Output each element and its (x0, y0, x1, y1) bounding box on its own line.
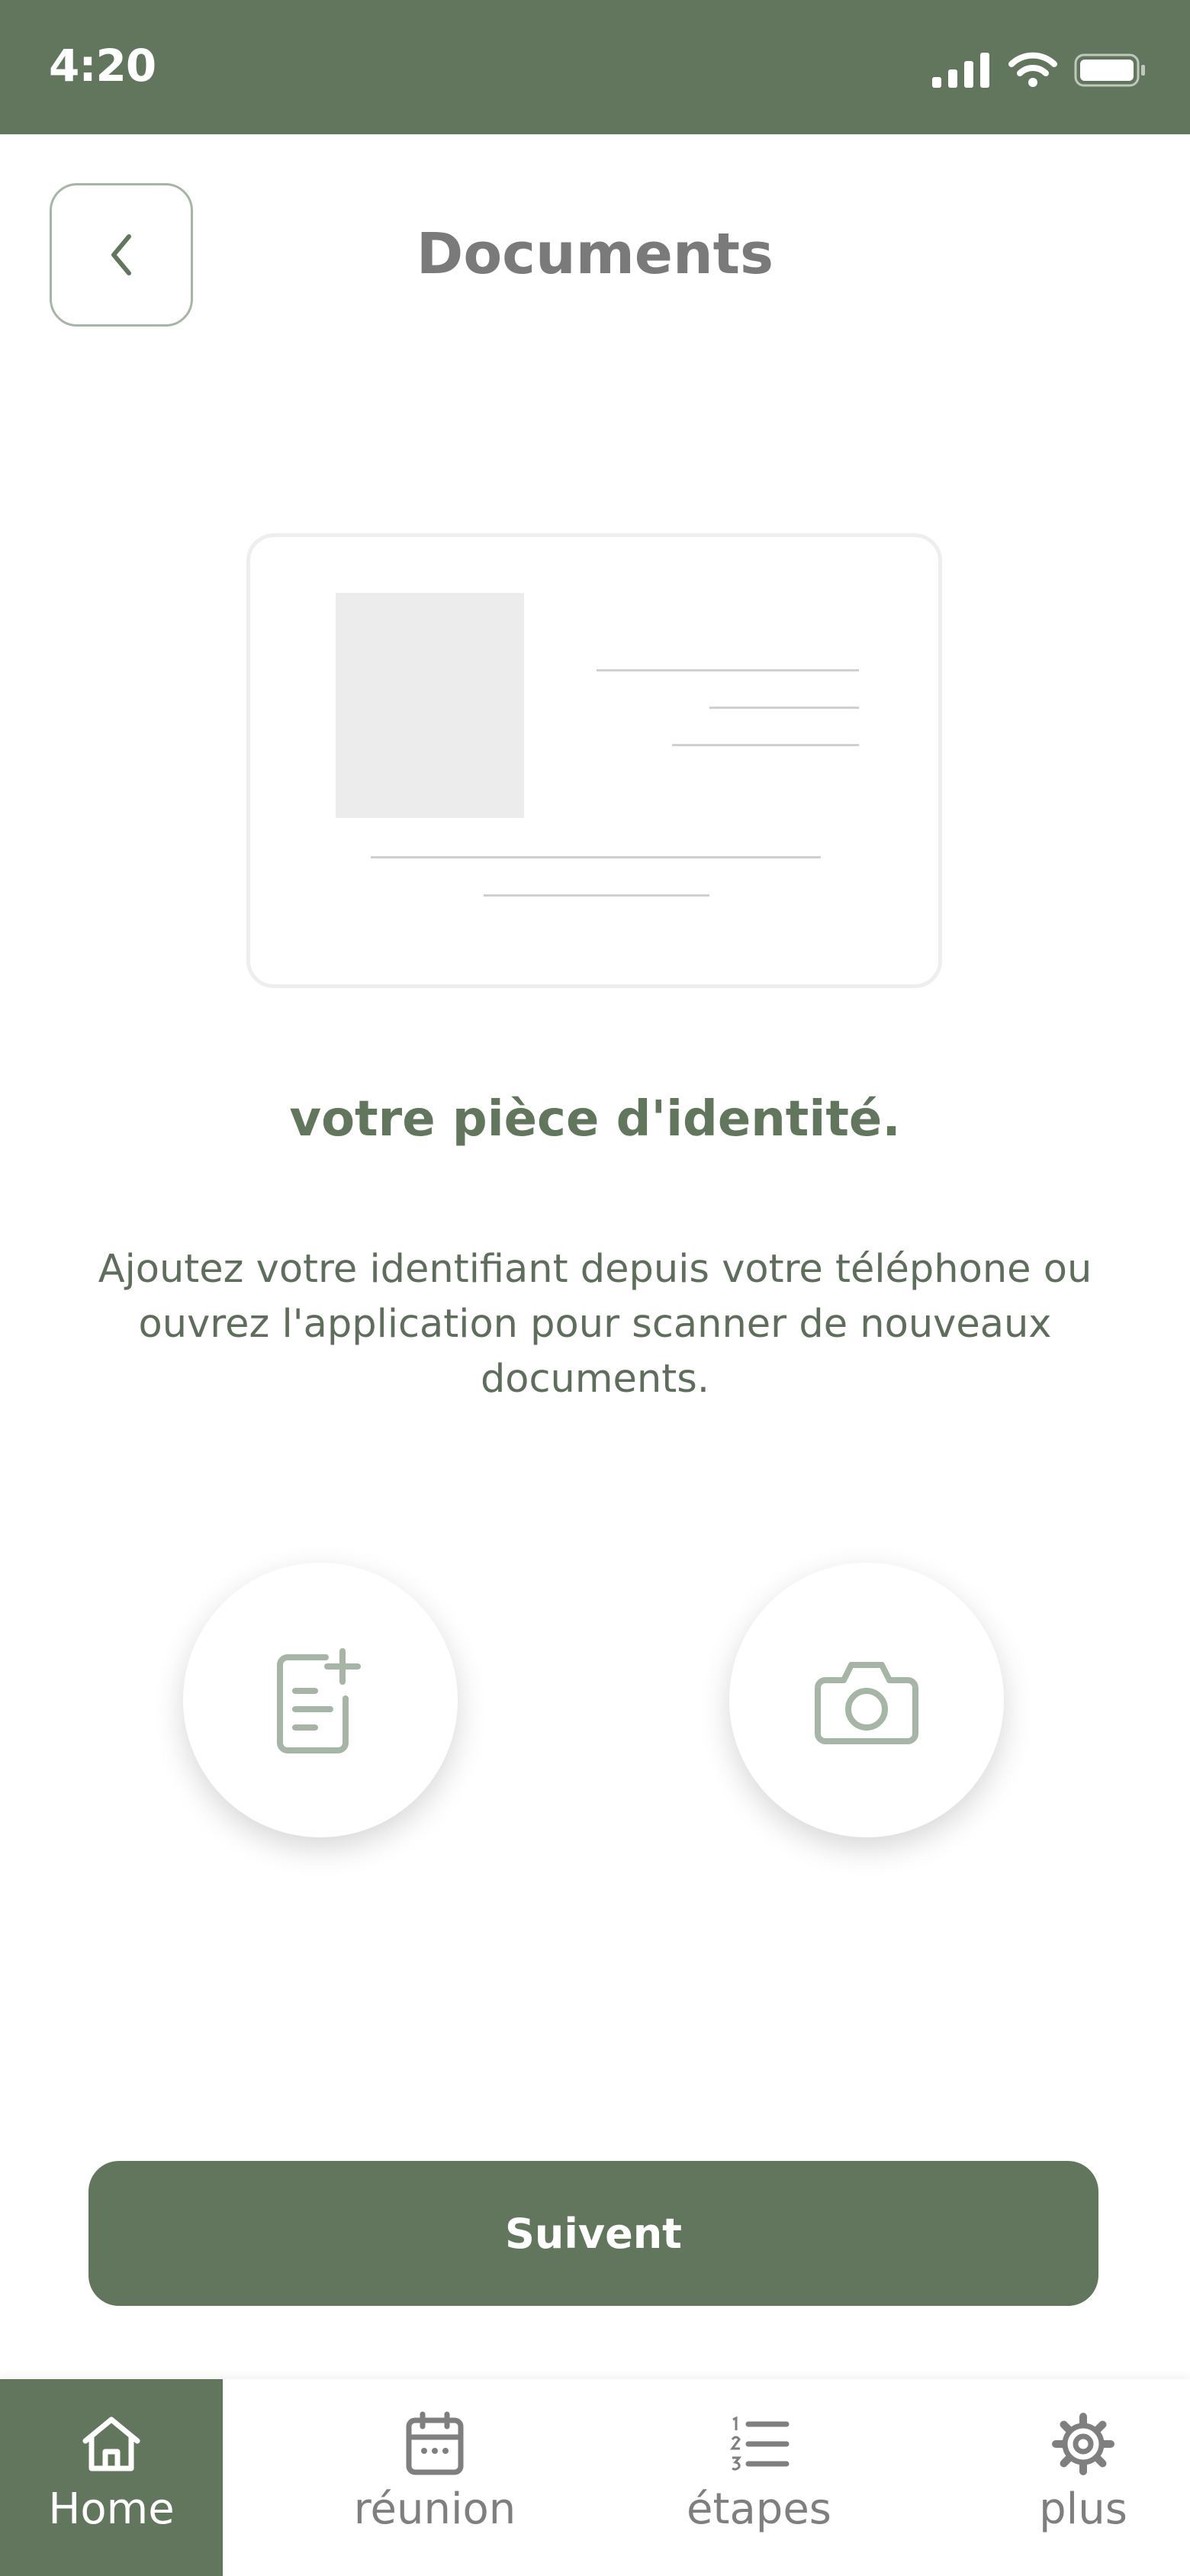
headline: votre pièce d'identité. (289, 1091, 901, 1148)
status-time: 4:20 (49, 40, 156, 92)
status-icons (932, 47, 1147, 93)
tab-label: Home (48, 2484, 175, 2534)
tab-label: réunion (353, 2484, 516, 2534)
page-title: Documents (416, 221, 774, 287)
tab-etapes[interactable]: étapes (664, 2379, 854, 2576)
tab-reunion[interactable]: réunion (336, 2379, 534, 2576)
tab-bar: Home réunion étapes plus (0, 2379, 1190, 2576)
camera-icon (815, 1662, 918, 1744)
tab-label: étapes (687, 2484, 831, 2534)
signal-icon (932, 53, 989, 88)
card-line (371, 856, 821, 858)
wifi-icon (1008, 52, 1057, 87)
document-add-icon (277, 1648, 361, 1753)
numbered-list-icon (730, 2416, 790, 2471)
card-line (709, 707, 859, 709)
card-line (597, 669, 859, 671)
gear-icon (1052, 2413, 1114, 2475)
id-card-illustration (246, 533, 942, 988)
calendar-icon (406, 2411, 464, 2475)
tab-label: plus (1039, 2484, 1127, 2534)
home-icon (82, 2417, 140, 2471)
card-line (672, 744, 859, 746)
battery-icon (1074, 53, 1145, 87)
tab-home[interactable]: Home (0, 2379, 223, 2576)
add-document-button[interactable] (183, 1563, 458, 1837)
card-line (484, 894, 709, 897)
status-bar: 4:20 (0, 0, 1190, 134)
next-button[interactable]: Suivent (88, 2161, 1098, 2306)
camera-button[interactable] (729, 1563, 1004, 1837)
tab-plus[interactable]: plus (992, 2379, 1175, 2576)
card-photo-placeholder (336, 593, 524, 818)
description: Ajoutez votre identifiant depuis votre t… (98, 1247, 1092, 1402)
